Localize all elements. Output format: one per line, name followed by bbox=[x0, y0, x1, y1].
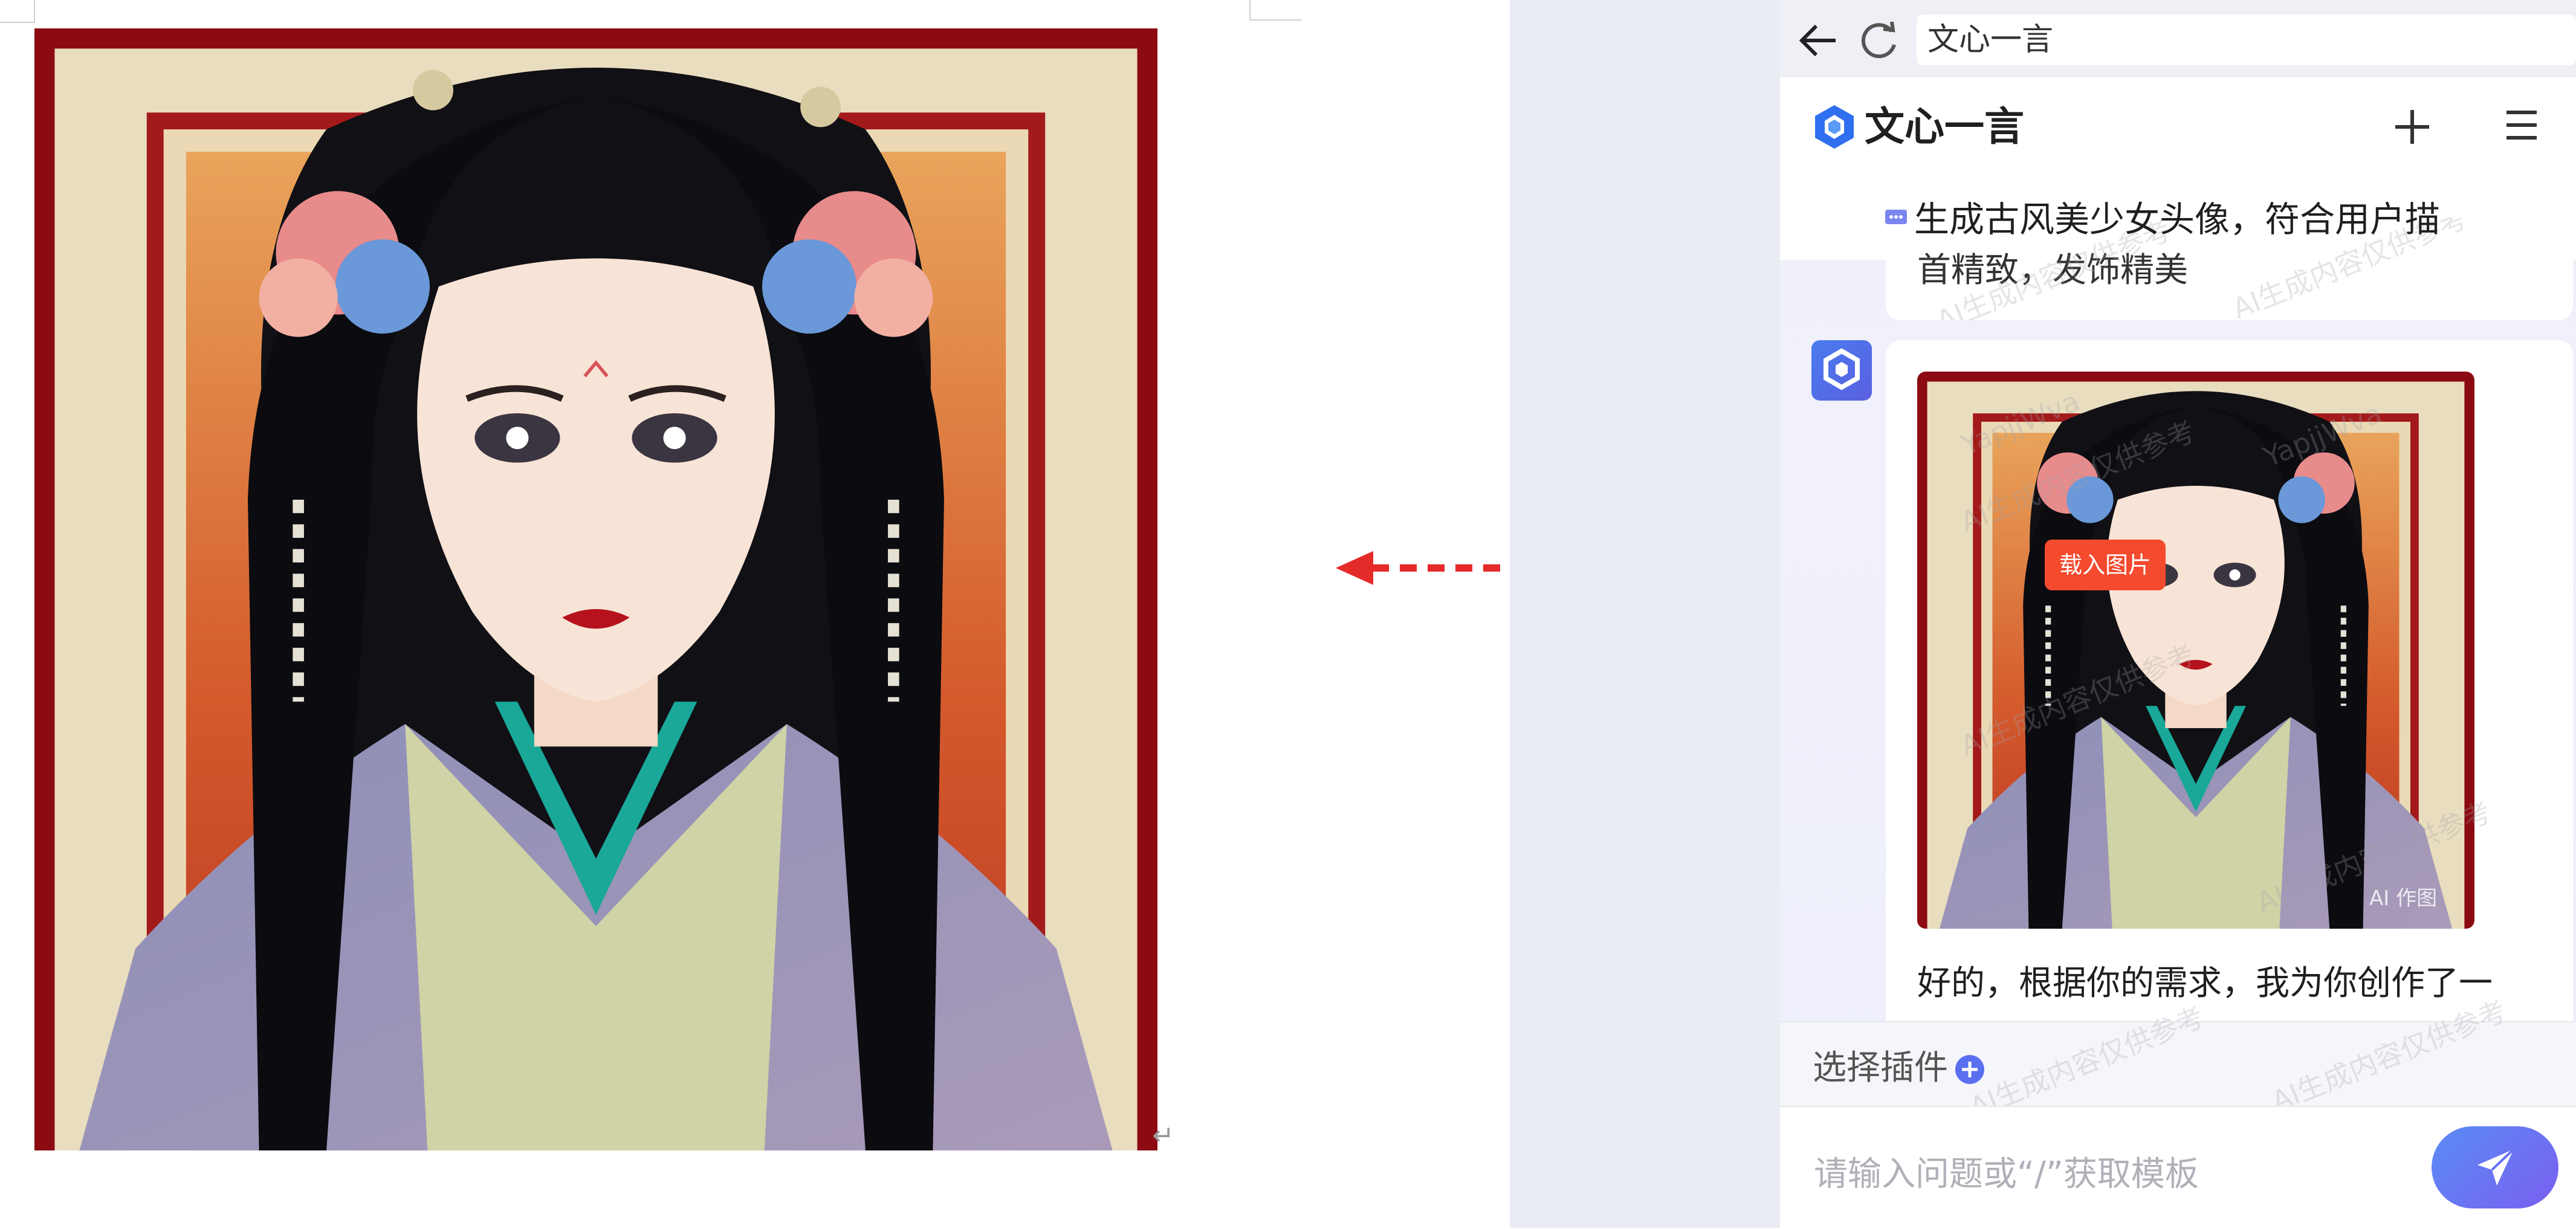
paper-plane-icon bbox=[2477, 1148, 2515, 1185]
load-image-button[interactable]: 载入图片 bbox=[2045, 540, 2166, 590]
chat-bubble-icon bbox=[1885, 210, 1907, 224]
ernie-logo-icon bbox=[1815, 105, 1854, 149]
page-corner-mark bbox=[0, 0, 35, 23]
browser-toolbar: 文心一言 bbox=[1780, 0, 2576, 77]
bot-avatar bbox=[1811, 340, 1872, 401]
message-input[interactable] bbox=[1813, 1149, 2419, 1199]
paragraph-return-mark: ↵ bbox=[1152, 1120, 1174, 1151]
app-title: 文心一言 bbox=[1865, 103, 2024, 150]
bot-reply-text: 好的，根据你的需求，我为你创作了一 bbox=[1917, 964, 2493, 1003]
arrow-head bbox=[1336, 551, 1373, 585]
send-button[interactable] bbox=[2432, 1126, 2558, 1208]
reload-icon[interactable] bbox=[1857, 18, 1901, 63]
address-bar[interactable]: 文心一言 bbox=[1917, 15, 2576, 65]
user-message-text-tail: 首精致，发饰精美 bbox=[1917, 251, 2188, 290]
inserted-portrait-image[interactable] bbox=[34, 28, 1157, 1150]
ernie-avatar-icon bbox=[1824, 348, 1860, 390]
add-plugin-icon[interactable] bbox=[1954, 1054, 1985, 1085]
generated-image[interactable] bbox=[1917, 372, 2474, 929]
select-plugin-label[interactable]: 选择插件 bbox=[1813, 1044, 1948, 1092]
ernie-bot-panel: 文心一言 文心一言 首精致，发饰精美 AI生成内容仅供参考 AI生成内容仅供参考 bbox=[1780, 0, 2576, 1229]
composer-bar bbox=[1780, 1106, 2576, 1229]
ai-image-badge: AI 作图 bbox=[2369, 886, 2438, 911]
new-chat-plus-icon[interactable] bbox=[2389, 104, 2435, 150]
plugin-bar: 选择插件 AI生成内容仅供参考 AI生成内容仅供参考 bbox=[1780, 994, 2576, 1124]
document-canvas: ↵ bbox=[0, 0, 1510, 1228]
back-arrow-icon[interactable] bbox=[1796, 18, 1840, 63]
user-prompt-text: 生成古风美少女头像，符合用户描 bbox=[1914, 199, 2441, 240]
user-prompt-summary: 生成古风美少女头像，符合用户描 bbox=[1885, 195, 2441, 244]
menu-icon[interactable] bbox=[2503, 106, 2540, 144]
panel-gap-background bbox=[1510, 0, 1780, 1228]
bot-message-bubble: AI 作图 好的，根据你的需求，我为你创作了一 YapjjWva AI生成内容仅… bbox=[1886, 340, 2573, 1035]
page-corner-mark bbox=[1249, 0, 1301, 21]
